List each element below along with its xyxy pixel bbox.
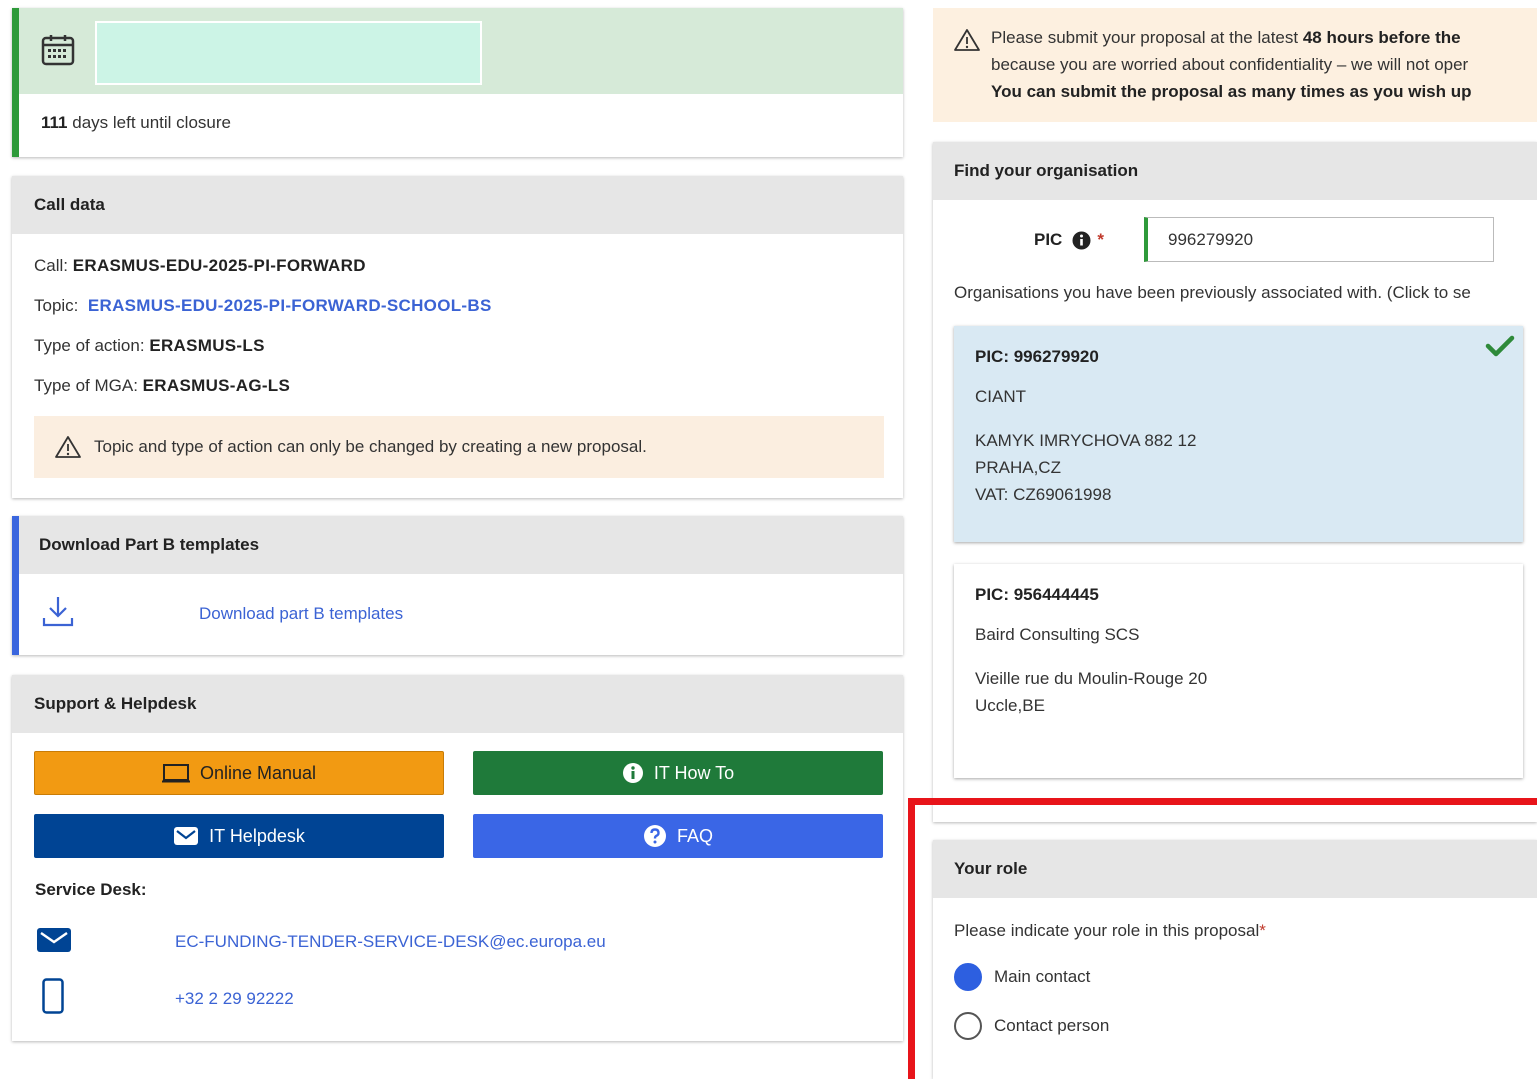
pic-input[interactable]: 996279920 [1144,217,1494,262]
proposal-name-box [95,21,482,85]
submission-notice: Please submit your proposal at the lates… [933,8,1537,122]
checkmark-icon [1485,335,1515,357]
question-icon [643,825,666,847]
phone-icon [42,978,64,1014]
action-row: Type of action: ERASMUS-LS [34,336,265,356]
pic-label-text: PIC [1034,230,1063,249]
notice-line-3: You can submit the proposal as many time… [991,82,1472,102]
pic-field-label: PIC * [1034,230,1104,250]
laptop-icon [161,764,190,783]
notice-line-2: because you are worried about confidenti… [991,55,1469,74]
email-icon [37,928,71,952]
call-row: Call: ERASMUS-EDU-2025-PI-FORWARD [34,256,366,276]
info-icon [622,763,643,783]
org-address-line-1: Vieille rue du Moulin-Rouge 20 [975,669,1208,688]
action-value: ERASMUS-LS [149,336,265,355]
org-address-line-2: PRAHA,CZ [975,458,1061,477]
it-helpdesk-button[interactable]: IT Helpdesk [34,814,444,858]
warning-icon [954,29,980,51]
service-desk-email-link[interactable]: EC-FUNDING-TENDER-SERVICE-DESK@ec.europa… [175,932,606,952]
support-card: Support & Helpdesk Online Manual IT How … [12,675,903,1041]
call-value: ERASMUS-EDU-2025-PI-FORWARD [72,256,366,275]
days-left-text: 111 days left until closure [41,113,231,133]
part-b-title: Download Part B templates [19,516,903,574]
find-organisation-title: Find your organisation [933,142,1537,200]
info-icon[interactable] [1072,231,1091,250]
notice-line-1-text: Please submit your proposal at the lates… [991,28,1303,47]
faq-label: FAQ [676,825,713,846]
org-pic: PIC: 956444445 [975,585,1099,604]
part-b-card: Download Part B templates Download part … [12,516,903,655]
deadline-banner [19,8,903,94]
service-desk-phone-link[interactable]: +32 2 29 92222 [175,989,294,1009]
associated-orgs-text: Organisations you have been previously a… [954,283,1471,302]
it-helpdesk-label: IT Helpdesk [209,825,305,846]
find-organisation-card: Find your organisation PIC * 996279920 O… [933,142,1537,822]
it-how-to-label: IT How To [653,762,735,783]
notice-line-3-bold: You can submit the proposal as many time… [991,82,1472,101]
org-name: Baird Consulting SCS [975,625,1140,644]
org-name: CIANT [975,387,1026,406]
topic-link[interactable]: ERASMUS-EDU-2025-PI-FORWARD-SCHOOL-BS [88,296,492,315]
call-label: Call: [34,256,69,275]
notice-line-1-bold: 48 hours before the [1302,28,1461,47]
topic-label: Topic: [34,296,79,315]
mga-value: ERASMUS-AG-LS [142,376,291,395]
mga-label: Type of MGA: [34,376,138,395]
mail-icon [174,827,199,845]
topic-row: Topic: ERASMUS-EDU-2025-PI-FORWARD-SCHOO… [34,296,492,316]
call-data-title: Call data [12,176,903,234]
org-address: Vieille rue du Moulin-Rouge 20 Uccle,BE [975,665,1207,719]
org-address-line-2: Uccle,BE [975,696,1045,715]
days-left-number: 111 [41,113,68,132]
notice-line-1: Please submit your proposal at the lates… [991,28,1461,48]
online-manual-label: Online Manual [199,762,317,783]
pic-input-value: 996279920 [1168,229,1254,249]
org-vat: VAT: CZ69061998 [975,485,1112,504]
org-pic: PIC: 996279920 [975,347,1099,366]
action-label: Type of action: [34,336,145,355]
support-title: Support & Helpdesk [12,675,903,733]
calendar-icon [41,35,75,66]
download-part-b-link[interactable]: Download part B templates [199,604,403,624]
download-icon[interactable] [41,594,75,628]
org-address: KAMYK IMRYCHOVA 882 12 PRAHA,CZ VAT: CZ6… [975,427,1196,508]
organisation-card-selected[interactable]: PIC: 996279920 CIANT KAMYK IMRYCHOVA 882… [954,326,1523,542]
topic-warning-text: Topic and type of action can only be cha… [94,437,647,456]
organisation-card[interactable]: PIC: 956444445 Baird Consulting SCS Viei… [954,564,1523,778]
faq-button[interactable]: FAQ [473,814,883,858]
days-left-suffix: days left until closure [72,113,231,132]
highlight-box [908,798,1537,1079]
online-manual-button[interactable]: Online Manual [34,751,444,795]
warning-icon [55,436,81,458]
deadline-card: 111 days left until closure [12,8,903,157]
mga-row: Type of MGA: ERASMUS-AG-LS [34,376,290,396]
call-data-card: Call data Call: ERASMUS-EDU-2025-PI-FORW… [12,176,903,498]
it-how-to-button[interactable]: IT How To [473,751,883,795]
org-address-line-1: KAMYK IMRYCHOVA 882 12 [975,431,1197,450]
service-desk-label: Service Desk: [35,880,147,899]
topic-warning: Topic and type of action can only be cha… [34,416,884,478]
required-asterisk: * [1097,230,1104,249]
